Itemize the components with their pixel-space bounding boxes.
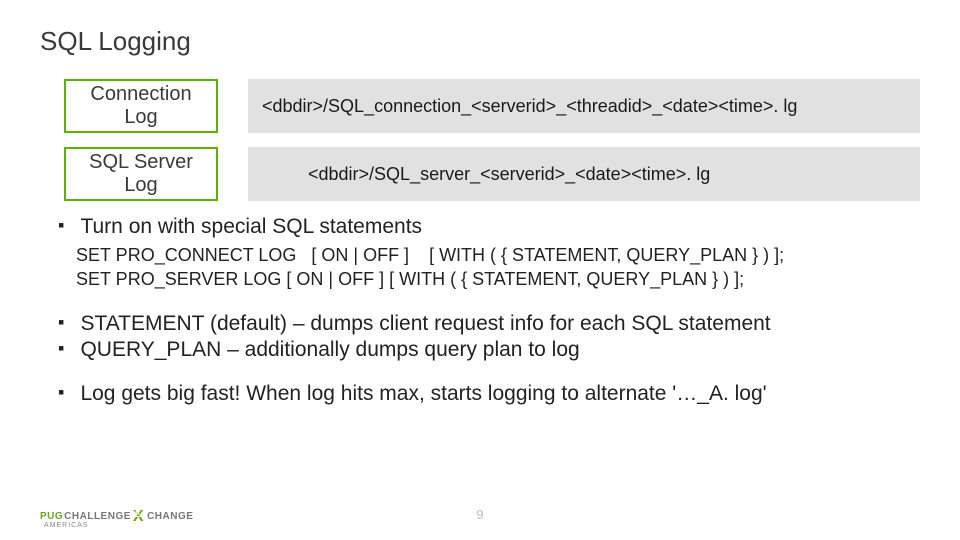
bullet-list: ▪ Turn on with special SQL statements SE…: [58, 215, 920, 406]
page-number: 9: [476, 507, 483, 522]
bullet-item: ▪ STATEMENT (default) – dumps client req…: [58, 312, 920, 336]
bullet-item: ▪ Turn on with special SQL statements SE…: [58, 215, 920, 292]
log-row-connection: ConnectionLog <dbdir>/SQL_connection_<se…: [64, 79, 920, 133]
footer-challenge: CHALLENGE: [64, 511, 131, 522]
code-line: SET PRO_SERVER LOG [ ON | OFF ] [ WITH (…: [76, 267, 920, 291]
code-block: SET PRO_CONNECT LOG [ ON | OFF ] [ WITH …: [76, 243, 920, 292]
bullet-text: Turn on with special SQL statements: [80, 215, 422, 239]
code-line: SET PRO_CONNECT LOG [ ON | OFF ] [ WITH …: [76, 243, 920, 267]
footer-logo: PUG CHALLENGE XE CHANGE AMERICAS: [40, 510, 193, 522]
bullet-marker: ▪: [58, 382, 76, 403]
bullet-marker: ▪: [58, 338, 76, 359]
bullet-item: ▪ QUERY_PLAN – additionally dumps query …: [58, 338, 920, 362]
footer-sub: AMERICAS: [44, 522, 89, 529]
log-row-server: SQL ServerLog <dbdir>/SQL_server_<server…: [64, 147, 920, 201]
connection-log-path: <dbdir>/SQL_connection_<serverid>_<threa…: [248, 79, 920, 133]
exchange-x-icon: XE: [133, 510, 144, 522]
bullet-text: QUERY_PLAN – additionally dumps query pl…: [80, 338, 579, 362]
slide-title: SQL Logging: [40, 26, 920, 57]
bullet-text: Log gets big fast! When log hits max, st…: [80, 382, 766, 406]
connection-log-label: ConnectionLog: [64, 79, 218, 133]
bullet-marker: ▪: [58, 312, 76, 333]
footer-change: CHANGE: [147, 511, 193, 522]
bullet-item: ▪ Log gets big fast! When log hits max, …: [58, 382, 920, 406]
sql-server-log-label: SQL ServerLog: [64, 147, 218, 201]
bullet-marker: ▪: [58, 215, 76, 236]
bullet-text: STATEMENT (default) – dumps client reque…: [80, 312, 770, 336]
slide: SQL Logging ConnectionLog <dbdir>/SQL_co…: [0, 0, 960, 540]
sql-server-log-path: <dbdir>/SQL_server_<serverid>_<date><tim…: [248, 147, 920, 201]
footer-pug: PUG: [40, 511, 63, 522]
